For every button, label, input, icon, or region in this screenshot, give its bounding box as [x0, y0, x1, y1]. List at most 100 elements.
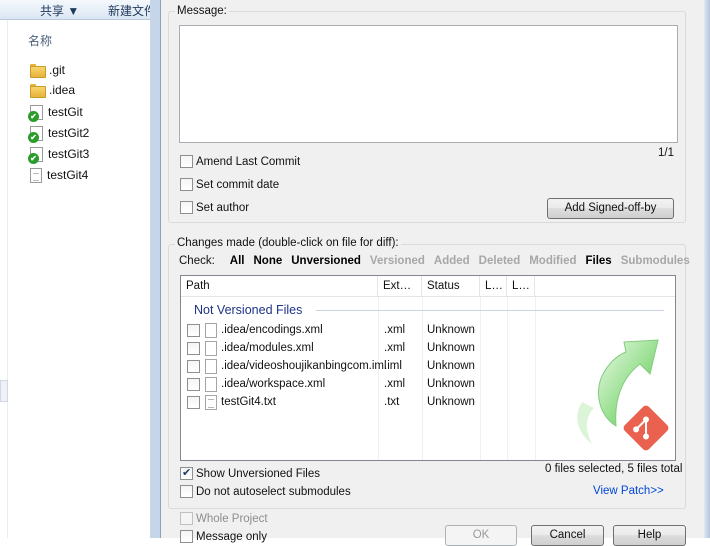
text-file-icon — [205, 395, 217, 410]
filter-none[interactable]: None — [254, 255, 283, 267]
changes-label: Changes made (double-click on file for d… — [175, 237, 401, 249]
filter-all[interactable]: All — [230, 255, 245, 267]
explorer-file-item[interactable]: testGit3 — [28, 145, 90, 164]
folder-icon — [30, 64, 46, 78]
column-header-lines-added[interactable]: L… — [480, 276, 507, 297]
checkbox-box[interactable] — [180, 155, 193, 168]
checkbox-box[interactable] — [180, 466, 193, 480]
list-header: Path Ext… Status L… L… — [181, 276, 675, 297]
git-tracked-file-icon — [28, 104, 43, 122]
file-path: .idea/workspace.xml — [221, 378, 326, 390]
group-separator — [316, 310, 664, 311]
column-header-status[interactable]: Status — [422, 276, 480, 297]
file-path: .idea/encodings.xml — [221, 324, 323, 336]
file-name: testGit — [48, 105, 83, 119]
filter-files[interactable]: Files — [586, 255, 612, 267]
git-tracked-file-icon — [28, 125, 43, 143]
message-line-counter: 1/1 — [658, 147, 674, 159]
set-commit-date-checkbox[interactable]: Set commit date — [180, 178, 279, 191]
checkbox-box[interactable] — [180, 512, 193, 525]
share-menu-button[interactable]: 共享 ▼ — [40, 2, 79, 19]
checkbox-label: Whole Project — [196, 512, 268, 525]
no-autoselect-submodules-checkbox[interactable]: Do not autoselect submodules — [180, 485, 351, 498]
explorer-file-item[interactable]: testGit4 — [30, 166, 88, 184]
git-tracked-file-icon — [28, 146, 43, 164]
message-only-checkbox[interactable]: Message only — [180, 530, 267, 543]
ok-button[interactable]: OK — [445, 525, 517, 546]
file-path: .idea/videoshoujikanbingcom.iml — [221, 360, 387, 372]
cancel-button[interactable]: Cancel — [531, 525, 604, 546]
filter-submodules[interactable]: Submodules — [621, 255, 690, 267]
checkbox-label: Amend Last Commit — [196, 155, 301, 168]
filter-deleted[interactable]: Deleted — [479, 255, 521, 267]
folder-icon — [30, 84, 46, 98]
checkbox-box[interactable] — [180, 530, 193, 543]
file-name: .idea — [49, 83, 76, 97]
file-extension: .iml — [384, 360, 402, 372]
checkbox-box[interactable] — [180, 178, 193, 191]
file-name: testGit2 — [48, 126, 90, 140]
file-icon — [205, 341, 217, 356]
column-header-extension[interactable]: Ext… — [378, 276, 422, 297]
file-extension: .xml — [384, 342, 406, 354]
file-path: testGit4.txt — [221, 396, 276, 408]
file-name: testGit3 — [48, 147, 90, 161]
file-icon — [205, 377, 217, 392]
checkbox-box[interactable] — [180, 485, 193, 498]
column-header-path[interactable]: Path — [181, 276, 378, 297]
changed-files-list[interactable]: Path Ext… Status L… L… Not Versioned Fil… — [180, 275, 676, 461]
explorer-window: 共享 ▼ 新建文件 名称 .git .idea testGit testGit2… — [0, 0, 156, 538]
set-author-checkbox[interactable]: Set author — [180, 201, 249, 214]
explorer-file-item[interactable]: .git — [30, 61, 65, 79]
whole-project-checkbox[interactable]: Whole Project — [180, 512, 268, 525]
file-extension: .txt — [384, 396, 400, 408]
name-column-header[interactable]: 名称 — [28, 32, 52, 49]
commit-message-input[interactable] — [179, 25, 678, 143]
filter-modified[interactable]: Modified — [529, 255, 576, 267]
explorer-file-item[interactable]: testGit — [28, 103, 83, 122]
tortoisegit-commit-logo-icon — [577, 339, 669, 451]
file-checkbox[interactable] — [187, 396, 200, 409]
file-checkbox[interactable] — [187, 342, 200, 355]
show-unversioned-files-checkbox[interactable]: Show Unversioned Files — [180, 466, 321, 480]
file-extension: .xml — [384, 324, 406, 336]
file-status: Unknown — [427, 378, 475, 390]
text-file-icon — [30, 167, 42, 183]
add-signed-off-by-button[interactable]: Add Signed-off-by — [547, 198, 674, 219]
file-name: .git — [49, 63, 66, 77]
new-folder-button[interactable]: 新建文件 — [108, 2, 156, 19]
checkbox-box[interactable] — [180, 201, 193, 214]
explorer-file-item[interactable]: .idea — [30, 81, 75, 99]
dialog-frame-right — [704, 0, 710, 538]
navigation-pane-scroll-thumb[interactable] — [0, 380, 8, 402]
explorer-file-item[interactable]: testGit2 — [28, 124, 90, 143]
help-button[interactable]: Help — [613, 525, 686, 546]
file-checkbox[interactable] — [187, 324, 200, 337]
file-status: Unknown — [427, 324, 475, 336]
file-status: Unknown — [427, 360, 475, 372]
filter-unversioned[interactable]: Unversioned — [291, 255, 361, 267]
amend-last-commit-checkbox[interactable]: Amend Last Commit — [180, 155, 300, 168]
file-count-summary: 0 files selected, 5 files total — [545, 463, 683, 475]
file-checkbox[interactable] — [187, 360, 200, 373]
check-filter-bar: Check: All None Unversioned Versioned Ad… — [179, 253, 690, 269]
checkbox-label: Message only — [196, 530, 267, 543]
filter-versioned[interactable]: Versioned — [370, 255, 425, 267]
check-label: Check: — [179, 255, 215, 267]
group-title-not-versioned: Not Versioned Files — [194, 303, 303, 317]
file-checkbox[interactable] — [187, 378, 200, 391]
file-status: Unknown — [427, 396, 475, 408]
checkbox-label: Set author — [196, 201, 250, 214]
column-header-lines-removed[interactable]: L… — [507, 276, 535, 297]
filter-added[interactable]: Added — [434, 255, 470, 267]
checkbox-label: Do not autoselect submodules — [196, 485, 351, 498]
message-label: Message: — [175, 5, 229, 17]
file-status: Unknown — [427, 342, 475, 354]
file-icon — [205, 359, 217, 374]
view-patch-link[interactable]: View Patch>> — [593, 485, 664, 497]
checkbox-label: Set commit date — [196, 178, 280, 191]
checkbox-label: Show Unversioned Files — [196, 467, 321, 480]
file-extension: .xml — [384, 378, 406, 390]
explorer-toolbar: 共享 ▼ 新建文件 — [0, 0, 156, 20]
file-name: testGit4 — [47, 168, 89, 182]
